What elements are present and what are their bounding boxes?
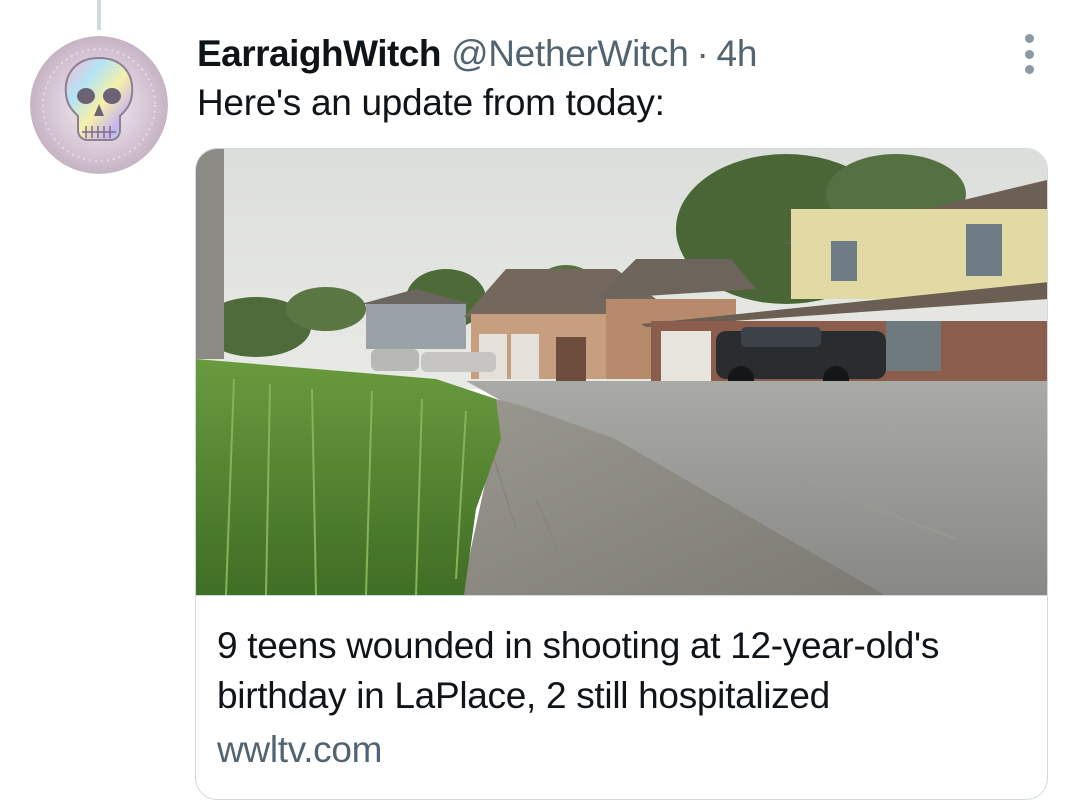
author-display-name[interactable]: EarraighWitch xyxy=(197,33,442,75)
more-dot xyxy=(1024,49,1034,59)
tweet-text: Here's an update from today: xyxy=(197,82,665,123)
article-photo[interactable] xyxy=(196,149,1047,596)
more-dot xyxy=(1024,34,1034,43)
tweet-header: EarraighWitch @NetherWitch · 4h xyxy=(197,30,757,78)
avatar[interactable] xyxy=(30,36,168,174)
link-card[interactable]: 9 teens wounded in shooting at 12-year-o… xyxy=(195,148,1048,800)
author-handle[interactable]: @NetherWitch xyxy=(451,33,689,75)
link-card-title[interactable]: 9 teens wounded in shooting at 12-year-o… xyxy=(217,621,1027,721)
more-vertical-icon[interactable] xyxy=(1014,34,1044,74)
tweet-timestamp[interactable]: 4h xyxy=(717,33,758,75)
tweet[interactable]: EarraighWitch @NetherWitch · 4h Here's a… xyxy=(0,0,1080,806)
skull-avatar-icon xyxy=(30,36,168,174)
header-separator: · xyxy=(696,33,709,74)
link-card-domain[interactable]: wwltv.com xyxy=(217,729,382,771)
article-photo-image xyxy=(196,149,1047,595)
thread-connector-line xyxy=(97,0,101,30)
more-dot xyxy=(1024,65,1034,74)
